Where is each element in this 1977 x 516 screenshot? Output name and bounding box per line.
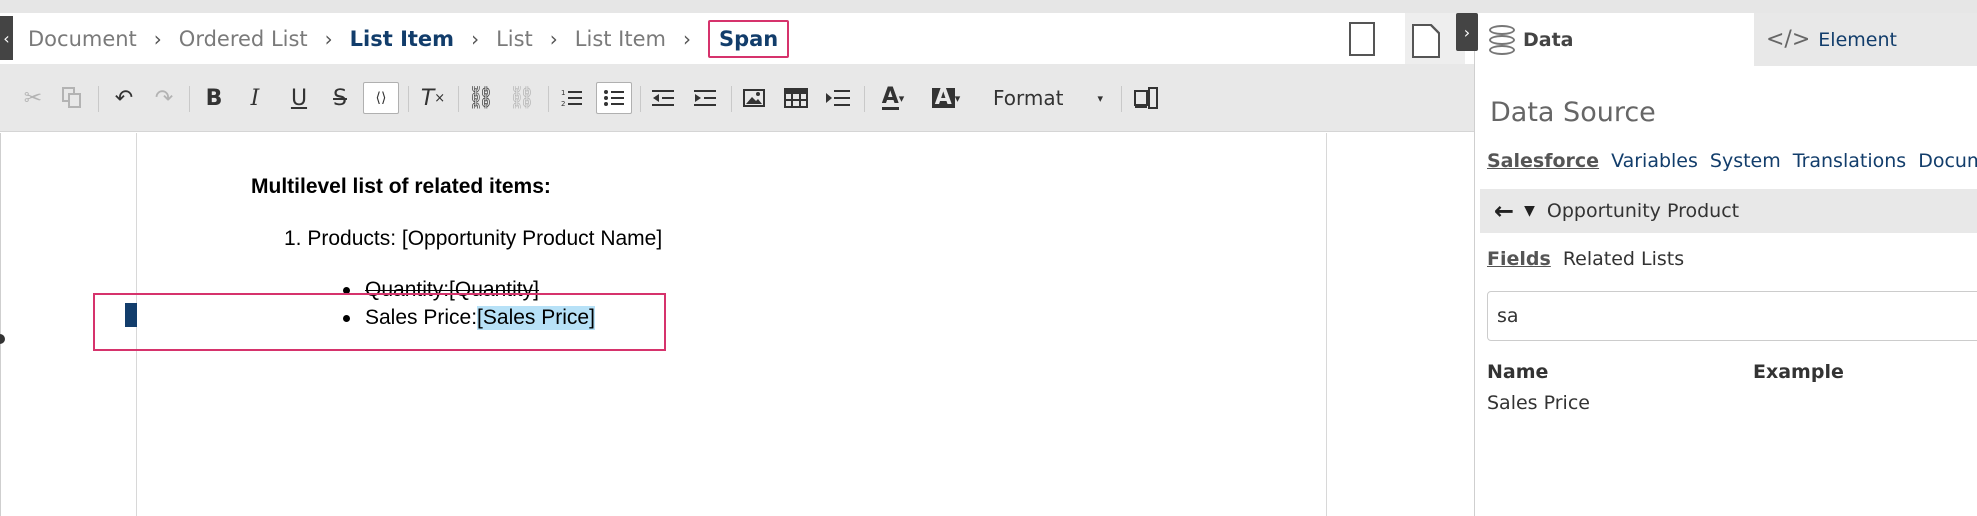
italic-icon[interactable]: I [239, 82, 271, 114]
tab-data-label: Data [1523, 28, 1574, 51]
collapse-right-button[interactable]: › [1456, 13, 1478, 51]
toolbar-divider [640, 86, 641, 112]
format-select[interactable]: Format ▾ [977, 82, 1113, 114]
remove-format-label: T [420, 85, 435, 111]
text-cursor [125, 303, 137, 327]
result-row[interactable]: Sales Price [1487, 392, 1590, 414]
collapse-left-button[interactable]: ‹ [0, 16, 13, 60]
tab-element-label: Element [1818, 28, 1897, 51]
data-source-links: Salesforce Variables System Translations… [1487, 150, 1977, 172]
object-sub-links: Fields Related Lists [1487, 248, 1684, 270]
left-edge [0, 133, 1, 516]
caret-down-icon: ▾ [954, 91, 961, 105]
page-margin-right [1326, 133, 1327, 516]
editor-toolbar: ✂ ↶ ↷ B I U S ⟨⟩ T × ⛓ ⛓ 12 A ▾ A ▾ Form… [0, 64, 1474, 132]
top-strip [0, 0, 1977, 13]
caret-down-icon[interactable]: ▼ [1524, 203, 1535, 219]
breadcrumb-list-item[interactable]: List Item [350, 27, 454, 51]
bulleted-list-icon[interactable] [596, 82, 632, 114]
breadcrumb: ‹ Document › Ordered List › List Item › … [0, 13, 1474, 64]
block-icon[interactable] [822, 82, 854, 114]
chevron-right-icon: › [549, 26, 558, 51]
source-link-variables[interactable]: Variables [1611, 150, 1698, 172]
bold-icon[interactable]: B [198, 82, 230, 114]
source-icon[interactable]: ⟨⟩ [363, 82, 399, 114]
tab-element[interactable]: </> Element [1754, 13, 1977, 66]
back-arrow-icon[interactable]: ← [1494, 197, 1514, 225]
toolbar-divider [189, 86, 190, 112]
remove-format-icon[interactable]: T × [417, 82, 449, 114]
background-color-icon[interactable]: A ▾ [926, 82, 966, 114]
source-link-system[interactable]: System [1710, 150, 1781, 172]
results-header-example: Example [1753, 361, 1844, 383]
source-link-documents[interactable]: Documen [1918, 150, 1977, 172]
copy-icon[interactable] [56, 82, 88, 114]
table-icon[interactable] [780, 82, 812, 114]
breadcrumb-document[interactable]: Document [28, 27, 137, 51]
breadcrumb-span[interactable]: Span [707, 19, 790, 58]
text-color-label: A [881, 83, 899, 110]
database-icon [1489, 24, 1515, 55]
strikethrough-icon[interactable]: S [324, 82, 356, 114]
sub-link-related-lists[interactable]: Related Lists [1563, 248, 1684, 270]
object-name[interactable]: Opportunity Product [1547, 200, 1739, 222]
selection-box [93, 293, 666, 351]
toolbar-divider [548, 86, 549, 112]
ordered-list-item[interactable]: 1. Products: [Opportunity Product Name] [284, 227, 662, 251]
chevron-right-icon: › [153, 26, 162, 51]
editor: ‹ Document › Ordered List › List Item › … [0, 13, 1474, 516]
toolbar-divider [1121, 86, 1122, 112]
link-icon[interactable]: ⛓ [465, 82, 497, 114]
sub-link-fields[interactable]: Fields [1487, 248, 1551, 270]
source-link-salesforce[interactable]: Salesforce [1487, 150, 1599, 172]
code-icon: </> [1766, 27, 1811, 52]
redo-icon[interactable]: ↷ [148, 82, 180, 114]
source-link-translations[interactable]: Translations [1793, 150, 1906, 172]
right-panel: Data </> Element Data Source Salesforce … [1474, 13, 1977, 516]
toolbar-divider [98, 86, 99, 112]
chevron-right-icon: › [682, 26, 691, 51]
portrait-page-icon[interactable] [1349, 22, 1375, 56]
breadcrumb-ordered-list[interactable]: Ordered List [179, 27, 308, 51]
outdent-icon[interactable] [647, 82, 679, 114]
numbered-list-icon[interactable]: 12 [556, 82, 588, 114]
caret-down-icon: ▾ [898, 91, 905, 105]
tab-data[interactable]: Data [1475, 13, 1754, 66]
svg-text:1: 1 [561, 89, 565, 97]
chevron-right-icon: › [471, 26, 480, 51]
background-color-label: A [931, 87, 955, 109]
breadcrumb-items: Document › Ordered List › List Item › Li… [28, 13, 790, 64]
handle-dot[interactable] [0, 334, 5, 344]
cut-icon[interactable]: ✂ [17, 82, 49, 114]
results-header-name: Name [1487, 361, 1549, 383]
indent-icon[interactable] [689, 82, 721, 114]
toolbar-divider [864, 86, 865, 112]
strike-line [365, 290, 539, 291]
chevron-right-icon: › [324, 26, 333, 51]
underline-icon[interactable]: U [283, 82, 315, 114]
document-canvas[interactable]: Multilevel list of related items: 1. Pro… [0, 133, 1474, 516]
caret-down-icon: ▾ [1097, 91, 1103, 105]
svg-text:2: 2 [561, 100, 565, 108]
breadcrumb-list[interactable]: List [496, 27, 533, 51]
document-heading[interactable]: Multilevel list of related items: [251, 175, 551, 199]
text-color-icon[interactable]: A ▾ [873, 82, 913, 114]
breadcrumb-list-item-2[interactable]: List Item [575, 27, 666, 51]
page-icon[interactable] [1412, 24, 1440, 58]
data-source-title: Data Source [1490, 97, 1656, 128]
image-icon[interactable] [738, 82, 770, 114]
page-layout-icon[interactable] [1130, 82, 1162, 114]
undo-icon[interactable]: ↶ [108, 82, 140, 114]
object-selector: ← ▼ Opportunity Product [1480, 189, 1977, 233]
field-search-input[interactable] [1487, 291, 1977, 341]
toolbar-divider [458, 86, 459, 112]
unlink-icon[interactable]: ⛓ [506, 82, 538, 114]
format-label: Format [993, 86, 1064, 110]
panel-tabs: Data </> Element [1475, 13, 1977, 66]
toolbar-divider [731, 86, 732, 112]
toolbar-divider [408, 86, 409, 112]
